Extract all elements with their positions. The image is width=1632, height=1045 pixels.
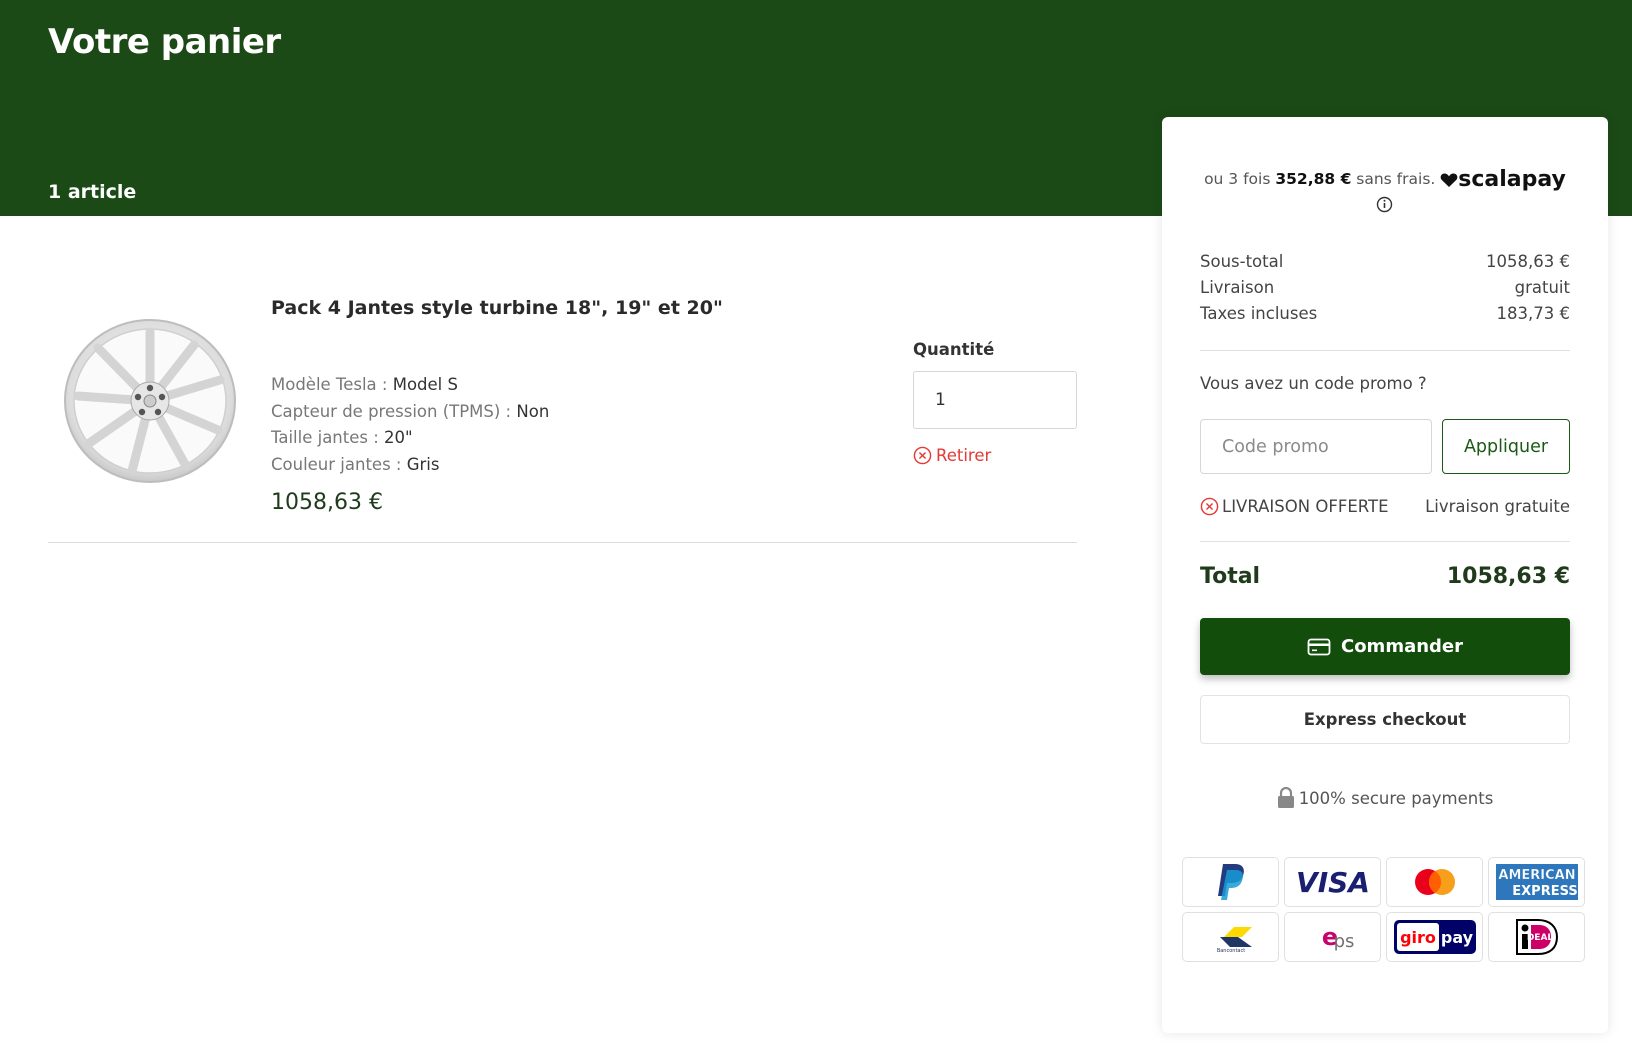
- promo-question: Vous avez un code promo ?: [1200, 374, 1427, 393]
- order-button[interactable]: Commander: [1200, 618, 1570, 675]
- credit-card-icon: [1307, 638, 1331, 655]
- remove-discount-icon[interactable]: [1200, 497, 1219, 516]
- subtotal-row: Sous-total 1058,63 €: [1200, 252, 1570, 271]
- attribute-row: Capteur de pression (TPMS) : Non: [271, 401, 550, 421]
- product-price: 1058,63 €: [271, 490, 383, 515]
- lock-icon: [1277, 787, 1294, 808]
- discount-code: LIVRAISON OFFERTE: [1200, 497, 1389, 516]
- product-title[interactable]: Pack 4 Jantes style turbine 18", 19" et …: [271, 297, 723, 319]
- giropay-icon: giro pay: [1386, 912, 1483, 962]
- remove-label: Retirer: [936, 446, 992, 465]
- secure-payments: 100% secure payments: [1162, 787, 1608, 809]
- product-image[interactable]: [62, 318, 238, 484]
- product-attributes: Modèle Tesla : Model S Capteur de pressi…: [271, 372, 549, 479]
- discount-value: Livraison gratuite: [1425, 497, 1570, 516]
- bancontact-icon: Bancontact: [1182, 912, 1279, 962]
- shipping-row: Livraison gratuit: [1200, 278, 1570, 297]
- item-divider: [48, 542, 1077, 543]
- page-title: Votre panier: [48, 22, 281, 62]
- discount-row: LIVRAISON OFFERTE Livraison gratuite: [1200, 497, 1570, 516]
- american-express-icon: AMERICAN EXPRESS: [1488, 857, 1585, 907]
- svg-text:VISA: VISA: [1296, 867, 1370, 897]
- total-row: Total 1058,63 €: [1200, 564, 1570, 589]
- promo-code-input[interactable]: [1200, 419, 1432, 474]
- attribute-row: Couleur jantes : Gris: [271, 455, 440, 475]
- svg-text:DEAL: DEAL: [1526, 933, 1553, 943]
- summary-divider: [1200, 541, 1570, 542]
- scalapay-installments[interactable]: ou 3 fois 352,88 € sans frais. scalapay: [1162, 167, 1608, 192]
- express-checkout-button[interactable]: Express checkout: [1200, 695, 1570, 744]
- svg-text:ps: ps: [1333, 931, 1354, 952]
- svg-text:EXPRESS: EXPRESS: [1512, 884, 1577, 899]
- svg-text:pay: pay: [1440, 928, 1473, 947]
- info-icon[interactable]: [1376, 196, 1393, 213]
- ideal-icon: DEAL: [1488, 912, 1585, 962]
- quantity-input[interactable]: [913, 371, 1077, 429]
- discount-name: LIVRAISON OFFERTE: [1222, 497, 1389, 516]
- taxes-row: Taxes incluses 183,73 €: [1200, 304, 1570, 323]
- mastercard-icon: [1386, 857, 1483, 907]
- attribute-row: Taille jantes : 20": [271, 428, 413, 448]
- eps-icon: e ps: [1284, 912, 1381, 962]
- summary-divider: [1200, 350, 1570, 351]
- svg-text:Bancontact: Bancontact: [1216, 948, 1244, 953]
- heart-icon: [1440, 173, 1458, 187]
- apply-promo-button[interactable]: Appliquer: [1442, 419, 1570, 474]
- attribute-row: Modèle Tesla : Model S: [271, 375, 458, 394]
- remove-item-link[interactable]: Retirer: [913, 446, 991, 465]
- total-value: 1058,63 €: [1446, 564, 1570, 589]
- visa-icon: VISA: [1284, 857, 1381, 907]
- paypal-icon: [1182, 857, 1279, 907]
- total-label: Total: [1200, 564, 1261, 589]
- svg-text:AMERICAN: AMERICAN: [1498, 868, 1575, 883]
- payment-methods: VISA AMERICAN EXPRESS Bancontact e ps gi…: [1182, 857, 1586, 962]
- remove-circle-icon: [913, 446, 932, 465]
- order-summary: ou 3 fois 352,88 € sans frais. scalapay …: [1162, 117, 1608, 1033]
- order-label: Commander: [1340, 636, 1464, 657]
- svg-text:giro: giro: [1400, 928, 1436, 947]
- scalapay-logo: scalapay: [1458, 167, 1566, 192]
- quantity-label: Quantité: [913, 340, 995, 359]
- item-count: 1 article: [48, 181, 137, 203]
